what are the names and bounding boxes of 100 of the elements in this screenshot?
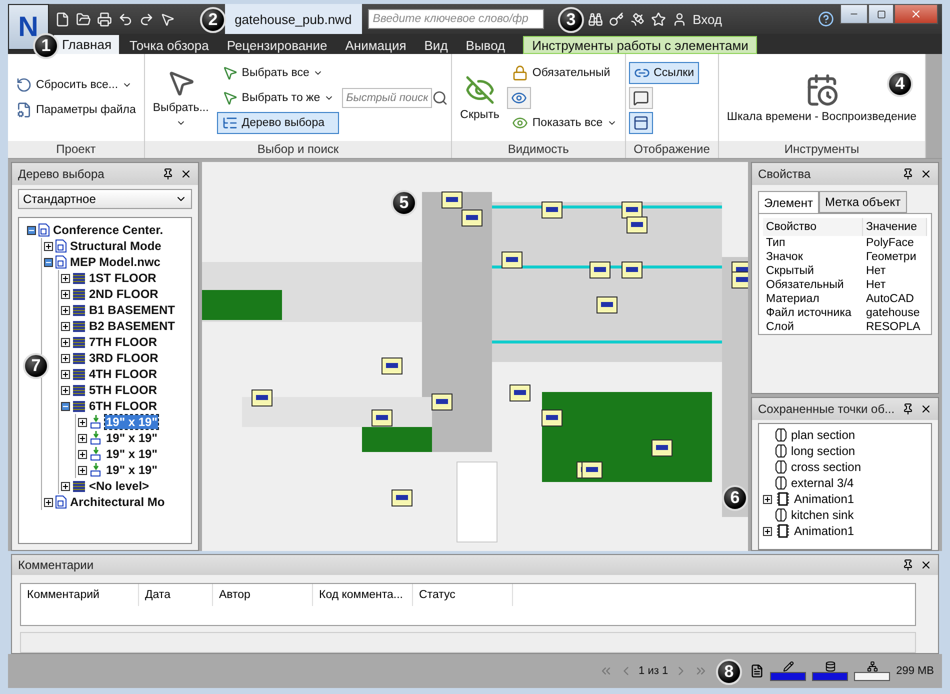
expand-toggle[interactable] [61, 386, 70, 394]
expand-toggle[interactable] [78, 418, 87, 426]
ribbon-button[interactable]: Выбрать все [216, 62, 340, 84]
expand-toggle[interactable] [27, 226, 36, 234]
tree-item[interactable]: MEP Model.nwc [69, 255, 162, 269]
viewpoint-item[interactable]: external 3/4 [791, 476, 854, 490]
ribbon-button[interactable]: Дерево выбора [216, 112, 340, 134]
redo-icon[interactable] [138, 12, 154, 26]
tree-item[interactable]: 19" x 19" [105, 447, 158, 461]
binoculars-icon[interactable] [588, 12, 603, 26]
user-icon[interactable] [672, 12, 687, 26]
tree-item[interactable]: Structural Mode [69, 239, 162, 253]
expand-toggle[interactable] [61, 306, 70, 314]
properties-tab[interactable]: Элемент [758, 191, 819, 213]
viewpoint-item[interactable]: plan section [791, 428, 856, 442]
tree-item[interactable]: <No level> [88, 479, 150, 493]
tree-item[interactable]: 6TH FLOOR [88, 399, 158, 413]
printer-icon[interactable] [96, 12, 112, 26]
folder-icon[interactable] [76, 12, 91, 26]
expand-toggle[interactable] [78, 434, 87, 442]
ribbon-tab[interactable]: Главная [54, 35, 120, 54]
layers-icon [72, 272, 86, 284]
pin-icon[interactable] [902, 168, 914, 180]
satellite-icon[interactable] [630, 12, 645, 26]
close-button[interactable] [894, 4, 938, 24]
tree-item[interactable]: 19" x 19" [105, 431, 158, 445]
viewpoint-item[interactable]: cross section [791, 460, 862, 474]
viewpoint-item[interactable]: Animation1 [794, 524, 854, 538]
close-icon[interactable] [920, 403, 932, 415]
ribbon-icon-button[interactable] [628, 86, 653, 108]
key-icon[interactable] [608, 12, 624, 26]
ribbon-tab[interactable]: Вывод [458, 36, 514, 54]
plus-icon [62, 322, 69, 330]
new-file-icon[interactable] [54, 12, 70, 26]
close-icon[interactable] [920, 559, 932, 572]
ribbon-button[interactable]: Ссылки [628, 62, 700, 84]
ribbon-button[interactable]: Показать все [507, 112, 622, 134]
ribbon-button[interactable]: Скрыть [455, 72, 504, 124]
expand-toggle[interactable] [61, 274, 70, 282]
ribbon-button[interactable]: Обязательный [507, 62, 622, 84]
viewpoint-item[interactable]: Animation1 [794, 492, 854, 506]
help-icon[interactable] [818, 11, 834, 27]
pin-icon[interactable] [162, 168, 174, 180]
ribbon-tab[interactable]: Точка обзора [121, 36, 217, 54]
sheet-icon[interactable] [750, 664, 764, 678]
expand-toggle[interactable] [61, 322, 70, 330]
pin-icon[interactable] [902, 559, 914, 572]
expand-toggle[interactable] [61, 482, 70, 490]
ribbon-icon-button[interactable] [628, 112, 653, 134]
tree-item[interactable]: B1 BASEMENT [88, 303, 176, 317]
expand-toggle[interactable] [61, 290, 70, 298]
expand-toggle[interactable] [61, 370, 70, 378]
column-header: Статус [413, 584, 513, 606]
tree-item[interactable]: Architectural Mo [69, 495, 166, 509]
tree-mode-dropdown[interactable]: Стандартное [18, 189, 192, 209]
comment-field[interactable] [20, 632, 916, 654]
tree-item[interactable]: 1ST FLOOR [88, 271, 158, 285]
tree-item[interactable]: 3RD FLOOR [88, 351, 160, 365]
expand-toggle[interactable] [44, 258, 53, 266]
minimize-button[interactable] [840, 4, 868, 24]
star-icon[interactable] [650, 12, 666, 26]
ribbon-button[interactable]: Параметры файла [11, 99, 141, 121]
tree-item[interactable]: Conference Center. [52, 223, 164, 237]
maximize-button[interactable] [868, 4, 894, 24]
expand-toggle[interactable] [61, 338, 70, 346]
expand-toggle[interactable] [78, 466, 87, 474]
tree-item[interactable]: 2ND FLOOR [88, 287, 160, 301]
viewpoint-item[interactable]: kitchen sink [791, 508, 854, 522]
ribbon-button[interactable]: Выбрать... [148, 64, 214, 130]
tree-item[interactable]: 5TH FLOOR [88, 383, 158, 397]
ribbon-tab[interactable]: Инструменты работы с элементами [523, 36, 758, 54]
pointer-icon[interactable] [160, 12, 175, 26]
tree-item[interactable]: 7TH FLOOR [88, 335, 158, 349]
expand-toggle[interactable] [78, 450, 87, 458]
properties-tab[interactable]: Метка объект [818, 191, 907, 213]
expand-toggle[interactable] [61, 354, 70, 362]
viewpoint-item[interactable]: long section [791, 444, 856, 458]
ribbon-button[interactable]: Выбрать то же [216, 86, 340, 108]
tree-item[interactable]: 19" x 19" [105, 463, 158, 477]
tree-item[interactable]: 19" x 19" [105, 415, 158, 429]
sign-in-link[interactable]: Вход [692, 12, 722, 26]
expand-toggle[interactable] [44, 242, 53, 250]
tree-item[interactable]: 4TH FLOOR [88, 367, 158, 381]
ribbon-icon-button[interactable] [507, 86, 532, 108]
pin-icon[interactable] [902, 403, 914, 415]
expand-toggle[interactable] [61, 402, 70, 410]
ribbon-tab[interactable]: Рецензирование [218, 36, 336, 54]
expand-toggle[interactable] [763, 494, 772, 504]
search-field[interactable]: Введите ключевое слово/фр [368, 9, 544, 29]
tree-item[interactable]: B2 BASEMENT [88, 319, 176, 333]
ribbon-tab[interactable]: Вид [416, 36, 456, 54]
close-icon[interactable] [180, 168, 192, 180]
plus-icon [62, 354, 69, 362]
close-icon[interactable] [920, 168, 932, 180]
ribbon-tab[interactable]: Анимация [337, 36, 414, 54]
expand-toggle[interactable] [763, 526, 772, 536]
plus-icon [79, 466, 86, 474]
ribbon-button[interactable]: Сбросить все... [11, 74, 141, 96]
expand-toggle[interactable] [44, 498, 53, 506]
undo-icon[interactable] [118, 12, 133, 26]
